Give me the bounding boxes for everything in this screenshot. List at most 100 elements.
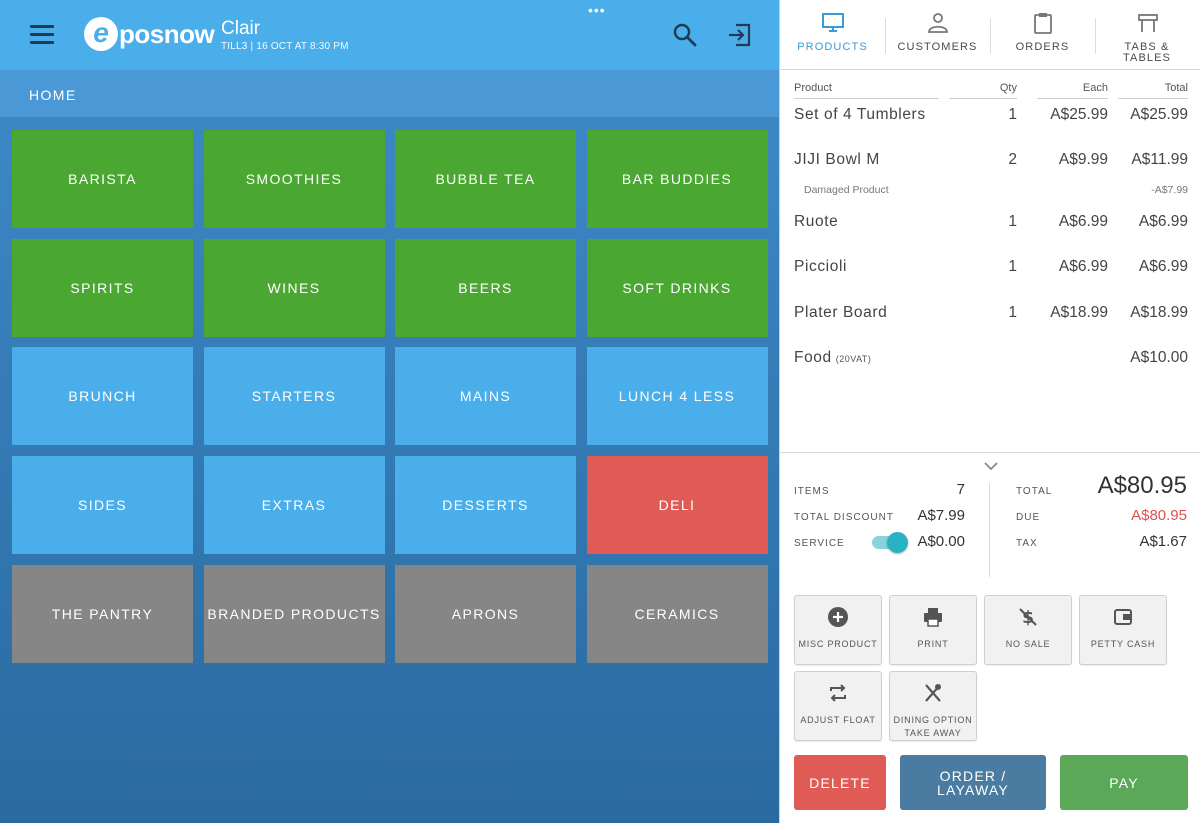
category-tile[interactable]: BARISTA (12, 130, 193, 228)
item-qty: 1 (1008, 213, 1017, 230)
chevron-down-icon[interactable] (983, 461, 999, 471)
category-tile[interactable]: APRONS (395, 564, 576, 663)
button-label: PRINT (917, 639, 949, 649)
due-label: DUE (1016, 512, 1041, 523)
menu-icon[interactable] (30, 25, 54, 45)
tab-orders[interactable]: ORDERS (990, 0, 1095, 70)
eposnow-logo: e posnow (84, 16, 215, 52)
category-tile[interactable]: MAINS (395, 347, 576, 446)
tab-tabs-tables[interactable]: TABS & TABLES (1095, 0, 1200, 70)
dining-option-value: TAKE AWAY (904, 728, 962, 738)
category-tile[interactable]: DESSERTS (395, 456, 576, 555)
item-total: A$6.99 (1138, 213, 1188, 230)
category-tile[interactable]: SMOOTHIES (203, 130, 385, 228)
category-tile[interactable]: DELI (586, 456, 768, 555)
category-tile[interactable]: CERAMICS (586, 564, 768, 663)
more-dots-icon[interactable]: ••• (588, 3, 606, 17)
tab-label: PRODUCTS (797, 41, 868, 53)
user-info: Clair TILL3 | 16 OCT AT 8:30 PM (221, 18, 349, 52)
printer-icon (924, 608, 942, 627)
logo-mark: e (84, 17, 118, 51)
cart-row[interactable]: Food (20VAT) A$10.00 (794, 349, 1188, 371)
cart-row[interactable]: Set of 4 Tumblers 1 A$25.99 A$25.99 (794, 106, 1188, 128)
item-name-text: Food (794, 349, 832, 366)
category-tile[interactable]: SPIRITS (12, 238, 193, 337)
misc-product-button[interactable]: MISC PRODUCT (794, 595, 882, 665)
cart-row[interactable]: Plater Board 1 A$18.99 A$18.99 (794, 304, 1188, 326)
dining-option-label: DINING OPTION (893, 715, 973, 725)
tab-products[interactable]: PRODUCTS (780, 0, 885, 70)
wallet-icon (1114, 609, 1132, 625)
button-label: MISC PRODUCT (798, 639, 878, 649)
till-info: TILL3 | 16 OCT AT 8:30 PM (221, 41, 349, 52)
button-label: DINING OPTION TAKE AWAY (890, 714, 976, 740)
no-money-icon: $ (1019, 608, 1037, 628)
category-tile[interactable]: SOFT DRINKS (586, 238, 768, 337)
category-tile[interactable]: BRANDED PRODUCTS (203, 564, 385, 663)
category-tile[interactable]: STARTERS (203, 347, 385, 446)
tab-customers[interactable]: CUSTOMERS (885, 0, 990, 70)
top-bar: e posnow Clair TILL3 | 16 OCT AT 8:30 PM… (0, 0, 779, 70)
cart-row[interactable]: Ruote 1 A$6.99 A$6.99 (794, 213, 1188, 235)
item-each: A$9.99 (1058, 151, 1108, 168)
item-name: Plater Board (794, 304, 888, 321)
cart-header: Product Qty Each Total (794, 82, 1188, 99)
discount-label: TOTAL DISCOUNT (794, 512, 894, 523)
breadcrumb-home[interactable]: HOME (29, 87, 77, 103)
clipboard-icon (1033, 13, 1052, 34)
item-name: Food (20VAT) (794, 349, 871, 367)
tax-value: A$1.67 (1139, 533, 1187, 550)
pay-button[interactable]: PAY (1060, 755, 1188, 810)
category-tile[interactable]: THE PANTRY (12, 564, 193, 663)
mode-tabs: PRODUCTS CUSTOMERS ORDERS TABS & TABLES (780, 0, 1200, 70)
category-tile[interactable]: WINES (203, 238, 385, 337)
dining-option-button[interactable]: DINING OPTION TAKE AWAY (889, 671, 977, 741)
product-panel: e posnow Clair TILL3 | 16 OCT AT 8:30 PM… (0, 0, 779, 823)
service-label: SERVICE (794, 538, 845, 549)
item-each: A$6.99 (1058, 213, 1108, 230)
category-tile[interactable]: EXTRAS (203, 456, 385, 555)
category-tile[interactable]: BEERS (395, 238, 576, 337)
col-total: Total (1118, 82, 1188, 99)
modifier-label: Damaged Product (804, 184, 889, 196)
plus-circle-icon (828, 607, 848, 627)
tax-label: TAX (1016, 538, 1038, 549)
category-tile[interactable]: BRUNCH (12, 347, 193, 446)
table-icon (1137, 14, 1158, 32)
item-name: Set of 4 Tumblers (794, 106, 926, 123)
print-button[interactable]: PRINT (889, 595, 977, 665)
cart-row[interactable]: Piccioli 1 A$6.99 A$6.99 (794, 258, 1188, 280)
button-label: NO SALE (1005, 639, 1051, 649)
utensils-icon (925, 684, 941, 702)
tax-tag: (20VAT) (835, 354, 872, 364)
logout-icon[interactable] (727, 22, 753, 48)
delete-button[interactable]: DELETE (794, 755, 886, 810)
category-tile[interactable]: SIDES (12, 456, 193, 555)
tab-label: ORDERS (1015, 41, 1070, 53)
category-tile[interactable]: LUNCH 4 LESS (586, 347, 768, 446)
col-qty: Qty (949, 82, 1017, 99)
order-layaway-button[interactable]: ORDER / LAYAWAY (900, 755, 1046, 810)
monitor-icon (821, 13, 844, 32)
no-sale-button[interactable]: $ NO SALE (984, 595, 1072, 665)
summary-divider (989, 483, 990, 577)
service-value: A$0.00 (917, 533, 965, 550)
repeat-icon (830, 684, 846, 702)
col-each: Each (1037, 82, 1108, 99)
item-total: A$25.99 (1130, 106, 1188, 123)
search-icon[interactable] (672, 22, 698, 48)
tab-label: TABS & TABLES (1123, 41, 1171, 64)
items-value: 7 (956, 481, 965, 498)
items-label: ITEMS (794, 486, 830, 497)
category-tile[interactable]: BAR BUDDIES (586, 130, 768, 228)
total-value: A$80.95 (1097, 472, 1187, 499)
cart-row[interactable]: JIJI Bowl M 2 A$9.99 A$11.99 (794, 151, 1188, 173)
adjust-float-button[interactable]: ADJUST FLOAT (794, 671, 882, 741)
category-tile[interactable]: BUBBLE TEA (395, 130, 576, 228)
item-qty: 1 (1008, 304, 1017, 321)
item-qty: 2 (1008, 151, 1017, 168)
item-name: Ruote (794, 213, 839, 230)
petty-cash-button[interactable]: PETTY CASH (1079, 595, 1167, 665)
item-each: A$18.99 (1050, 304, 1108, 321)
item-total: A$11.99 (1131, 151, 1188, 168)
